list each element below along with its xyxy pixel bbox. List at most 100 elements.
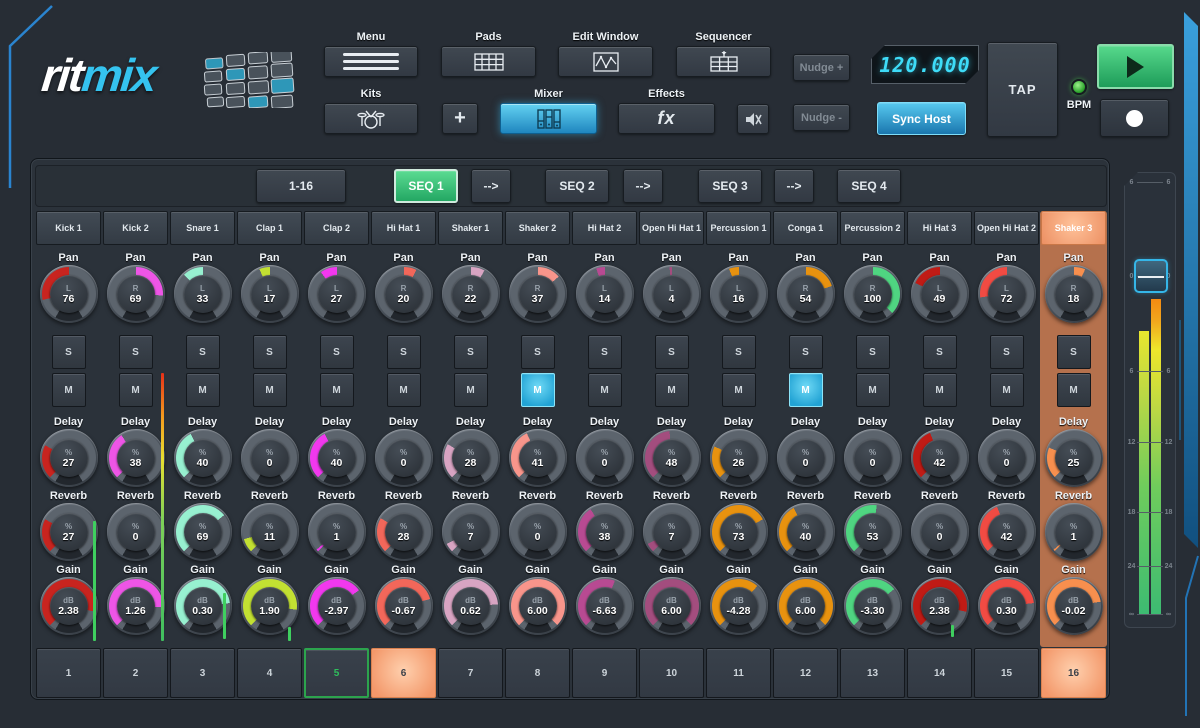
mute-button[interactable]: M [52, 373, 86, 407]
seq-2-tab[interactable]: SEQ 2 [545, 169, 609, 203]
sync-host-button[interactable]: Sync Host [877, 102, 966, 135]
nudge-minus-button[interactable]: Nudge - [793, 104, 850, 131]
mute-button[interactable]: M [856, 373, 890, 407]
menu-button[interactable] [324, 46, 418, 77]
delay-knob[interactable]: %0 [844, 429, 902, 487]
reverb-knob[interactable]: %69 [174, 503, 232, 561]
track-name-tab[interactable]: Kick 1 [36, 211, 101, 245]
track-name-tab[interactable]: Shaker 2 [505, 211, 570, 245]
mute-button[interactable]: M [588, 373, 622, 407]
mute-button[interactable]: M [789, 373, 823, 407]
pan-knob[interactable]: L17 [241, 265, 299, 323]
solo-button[interactable]: S [588, 335, 622, 369]
step-cell-2[interactable]: 2 [103, 648, 168, 698]
record-button[interactable] [1100, 99, 1169, 137]
reverb-knob[interactable]: %7 [643, 503, 701, 561]
gain-knob[interactable]: dB6.00 [777, 577, 835, 635]
delay-knob[interactable]: %41 [509, 429, 567, 487]
bpm-display[interactable]: 120.000 [871, 45, 979, 84]
gain-knob[interactable]: dB-2.97 [308, 577, 366, 635]
track-name-tab[interactable]: Snare 1 [170, 211, 235, 245]
solo-button[interactable]: S [923, 335, 957, 369]
track-name-tab[interactable]: Clap 1 [237, 211, 302, 245]
tap-tempo-button[interactable]: TAP [987, 42, 1058, 137]
delay-knob[interactable]: %28 [442, 429, 500, 487]
step-cell-9[interactable]: 9 [572, 648, 637, 698]
track-name-tab[interactable]: Hi Hat 2 [572, 211, 637, 245]
pan-knob[interactable]: R18 [1045, 265, 1103, 323]
seq-4-tab[interactable]: SEQ 4 [837, 169, 901, 203]
sequencer-button[interactable] [676, 46, 771, 77]
gain-knob[interactable]: dB0.62 [442, 577, 500, 635]
kits-button[interactable] [324, 103, 418, 134]
delay-knob[interactable]: %40 [174, 429, 232, 487]
step-cell-16[interactable]: 16 [1041, 648, 1106, 698]
reverb-knob[interactable]: %27 [40, 503, 98, 561]
track-name-tab[interactable]: Open Hi Hat 2 [974, 211, 1039, 245]
solo-button[interactable]: S [387, 335, 421, 369]
pan-knob[interactable]: R69 [107, 265, 165, 323]
mute-button[interactable]: M [521, 373, 555, 407]
gain-knob[interactable]: dB0.30 [978, 577, 1036, 635]
gain-knob[interactable]: dB6.00 [643, 577, 701, 635]
pan-knob[interactable]: L76 [40, 265, 98, 323]
nudge-plus-button[interactable]: Nudge + [793, 54, 850, 81]
pan-knob[interactable]: R20 [375, 265, 433, 323]
step-cell-1[interactable]: 1 [36, 648, 101, 698]
solo-button[interactable]: S [789, 335, 823, 369]
step-cell-6[interactable]: 6 [371, 648, 436, 698]
step-cell-15[interactable]: 15 [974, 648, 1039, 698]
pan-knob[interactable]: R22 [442, 265, 500, 323]
solo-button[interactable]: S [655, 335, 689, 369]
mixer-button[interactable] [500, 103, 597, 134]
track-name-tab[interactable]: Kick 2 [103, 211, 168, 245]
range-1-16-button[interactable]: 1-16 [256, 169, 346, 203]
chain-arrow-3[interactable]: --> [774, 169, 814, 203]
seq-3-tab[interactable]: SEQ 3 [698, 169, 762, 203]
reverb-knob[interactable]: %0 [107, 503, 165, 561]
pan-knob[interactable]: L49 [911, 265, 969, 323]
solo-button[interactable]: S [454, 335, 488, 369]
step-cell-12[interactable]: 12 [773, 648, 838, 698]
track-name-tab[interactable]: Hi Hat 3 [907, 211, 972, 245]
mute-button[interactable]: M [119, 373, 153, 407]
track-name-tab[interactable]: Clap 2 [304, 211, 369, 245]
reverb-knob[interactable]: %28 [375, 503, 433, 561]
delay-knob[interactable]: %26 [710, 429, 768, 487]
solo-button[interactable]: S [119, 335, 153, 369]
delay-knob[interactable]: %27 [40, 429, 98, 487]
pan-knob[interactable]: R54 [777, 265, 835, 323]
gain-knob[interactable]: dB6.00 [509, 577, 567, 635]
delay-knob[interactable]: %40 [308, 429, 366, 487]
gain-knob[interactable]: dB2.38 [911, 577, 969, 635]
pan-knob[interactable]: L72 [978, 265, 1036, 323]
pads-button[interactable] [441, 46, 536, 77]
delay-knob[interactable]: %25 [1045, 429, 1103, 487]
pan-knob[interactable]: L4 [643, 265, 701, 323]
solo-button[interactable]: S [521, 335, 555, 369]
gain-knob[interactable]: dB-4.28 [710, 577, 768, 635]
solo-button[interactable]: S [856, 335, 890, 369]
reverb-knob[interactable]: %40 [777, 503, 835, 561]
mute-button[interactable]: M [320, 373, 354, 407]
gain-knob[interactable]: dB-6.63 [576, 577, 634, 635]
track-name-tab[interactable]: Shaker 3 [1041, 211, 1106, 245]
global-mute-button[interactable] [737, 104, 769, 134]
mute-button[interactable]: M [454, 373, 488, 407]
delay-knob[interactable]: %42 [911, 429, 969, 487]
step-cell-11[interactable]: 11 [706, 648, 771, 698]
reverb-knob[interactable]: %1 [1045, 503, 1103, 561]
mute-button[interactable]: M [990, 373, 1024, 407]
step-cell-10[interactable]: 10 [639, 648, 704, 698]
solo-button[interactable]: S [320, 335, 354, 369]
delay-knob[interactable]: %0 [241, 429, 299, 487]
delay-knob[interactable]: %0 [978, 429, 1036, 487]
master-fader-handle[interactable] [1134, 259, 1168, 293]
mute-button[interactable]: M [387, 373, 421, 407]
edit-window-button[interactable] [558, 46, 653, 77]
mute-button[interactable]: M [655, 373, 689, 407]
delay-knob[interactable]: %0 [576, 429, 634, 487]
solo-button[interactable]: S [990, 335, 1024, 369]
step-cell-3[interactable]: 3 [170, 648, 235, 698]
pan-knob[interactable]: L33 [174, 265, 232, 323]
